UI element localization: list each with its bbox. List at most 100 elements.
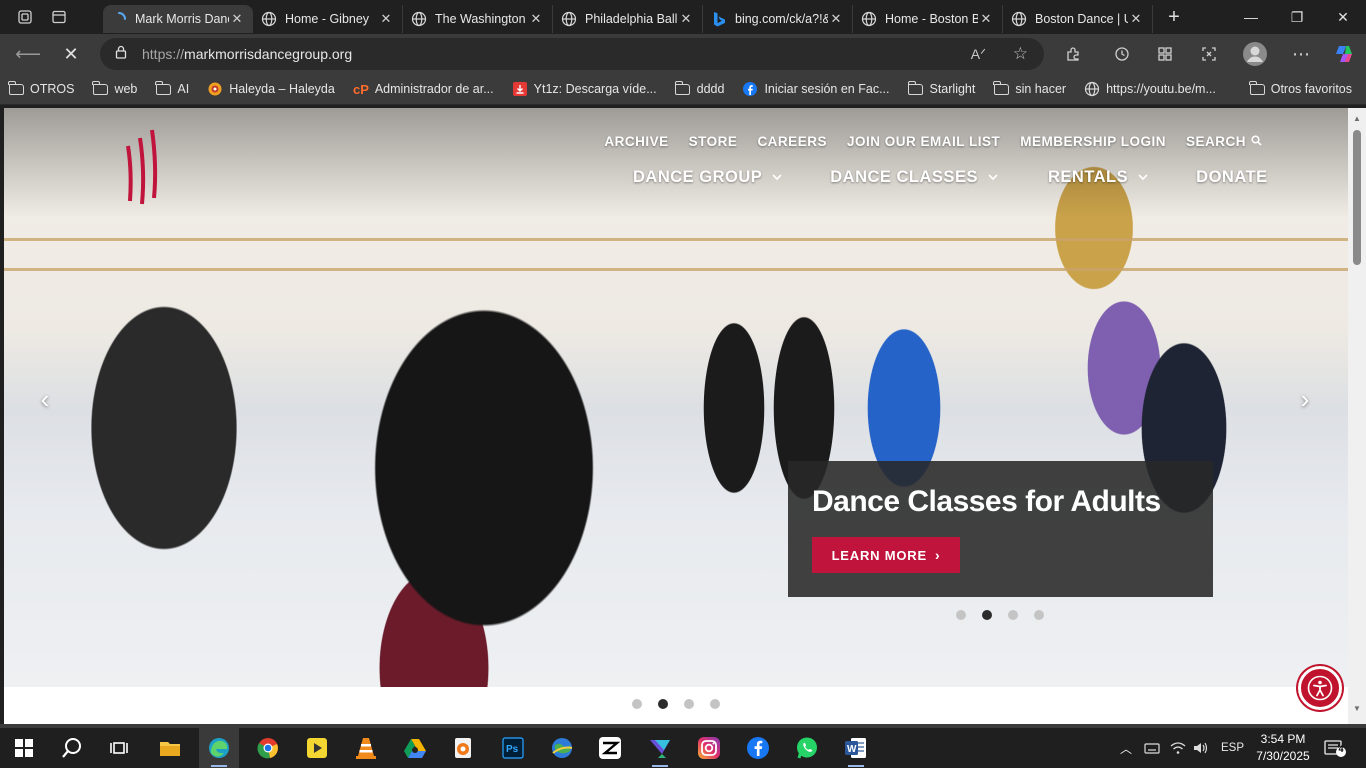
snipping-app-icon[interactable] (640, 728, 680, 768)
word-icon[interactable]: W (836, 728, 876, 768)
bookmark-item[interactable]: Yt1z: Descarga víde... (512, 82, 657, 96)
utility-nav: ARCHIVE STORE CAREERS JOIN OUR EMAIL LIST ME… (584, 134, 1262, 149)
map-globe-icon[interactable] (542, 728, 582, 768)
browser-tab[interactable]: Home - Gibney ✕ (253, 5, 403, 33)
learn-more-button[interactable]: LEARN MORE › (812, 537, 960, 573)
vlc-icon[interactable] (346, 728, 386, 768)
browser-tab[interactable]: Mark Morris Danc ✕ (103, 5, 253, 33)
lock-icon[interactable] (114, 45, 128, 64)
instagram-icon[interactable] (689, 728, 729, 768)
google-drive-icon[interactable] (395, 728, 435, 768)
task-view-icon[interactable] (99, 728, 139, 768)
slide-dot[interactable] (658, 699, 668, 709)
browser-tab[interactable]: Boston Dance | U ✕ (1003, 5, 1153, 33)
language-indicator[interactable]: ESP (1221, 728, 1244, 768)
back-button[interactable]: ⟵ (10, 38, 46, 70)
tab-close-icon[interactable]: ✕ (828, 11, 844, 27)
carousel-next-arrow-icon[interactable]: › (1290, 384, 1320, 415)
chrome-icon[interactable] (248, 728, 288, 768)
collections-icon[interactable] (1149, 38, 1181, 70)
edge-browser-icon[interactable] (199, 728, 239, 768)
slide-dot[interactable] (1008, 610, 1018, 620)
profile-avatar[interactable] (1239, 38, 1271, 70)
read-aloud-icon[interactable]: Aᐟ (971, 46, 986, 63)
bookmark-item[interactable]: OTROS (8, 80, 74, 96)
browser-tab[interactable]: bing.com/ck/a?!& ✕ (703, 5, 853, 33)
favorite-star-icon[interactable]: ☆ (1013, 44, 1028, 64)
address-bar[interactable]: https://markmorrisdancegroup.org Aᐟ ☆ (100, 38, 1044, 70)
bookmark-item[interactable]: AI (155, 80, 189, 96)
tab-close-icon[interactable]: ✕ (378, 11, 394, 27)
bookmarks-bar: OTROS web AI Haleyda – Haleyda cP Administrad… (0, 74, 1366, 105)
capcut-icon[interactable] (590, 728, 630, 768)
folder-icon (993, 80, 1009, 96)
bookmark-item[interactable]: Haleyda – Haleyda (207, 82, 335, 96)
carousel-prev-arrow-icon[interactable]: ‹ (30, 384, 60, 415)
notifications-icon[interactable]: 4 (1324, 728, 1346, 768)
bookmark-item[interactable]: https://youtu.be/m... (1084, 81, 1216, 97)
utility-nav-search[interactable]: SEARCH (1186, 134, 1262, 149)
main-nav-dance-classes[interactable]: DANCE CLASSES (830, 168, 998, 187)
bookmark-item[interactable]: Iniciar sesión en Fac... (742, 82, 890, 96)
close-window-button[interactable]: ✕ (1320, 0, 1366, 34)
settings-more-icon[interactable]: ⋯ (1285, 38, 1317, 70)
minimize-button[interactable]: — (1228, 0, 1274, 34)
bookmark-item[interactable]: cP Administrador de ar... (353, 82, 494, 96)
main-nav-donate[interactable]: DONATE (1196, 168, 1267, 187)
main-nav-rentals[interactable]: RENTALS (1048, 168, 1148, 187)
bookmark-item[interactable]: dddd (674, 80, 724, 96)
accessibility-button[interactable] (1298, 666, 1342, 710)
show-hidden-icons-icon[interactable]: ︿ (1120, 728, 1132, 768)
utility-nav-store[interactable]: STORE (689, 134, 738, 149)
whatsapp-icon[interactable] (787, 728, 827, 768)
wifi-icon[interactable] (1170, 728, 1186, 768)
slide-dot[interactable] (632, 699, 642, 709)
browser-tab[interactable]: Philadelphia Ball ✕ (553, 5, 703, 33)
tab-close-icon[interactable]: ✕ (978, 11, 994, 27)
start-windows-icon[interactable] (4, 728, 44, 768)
bookmark-item[interactable]: web (92, 80, 137, 96)
scrollbar-thumb[interactable] (1353, 130, 1361, 265)
slide-dot[interactable] (684, 699, 694, 709)
bookmark-item[interactable]: Starlight (907, 80, 975, 96)
photoshop-icon[interactable]: Ps (493, 728, 533, 768)
other-favorites-folder[interactable]: Otros favoritos (1249, 80, 1352, 96)
slide-dot[interactable] (956, 610, 966, 620)
slide-dot[interactable] (1034, 610, 1044, 620)
screenshot-icon[interactable] (1193, 38, 1225, 70)
app-orange-icon[interactable] (443, 728, 483, 768)
scroll-up-arrow-icon[interactable]: ▲ (1348, 114, 1366, 123)
stop-loading-button[interactable]: ✕ (53, 38, 89, 70)
workspaces-icon[interactable] (8, 0, 42, 34)
scroll-down-arrow-icon[interactable]: ▼ (1348, 704, 1366, 713)
browser-tab[interactable]: Home - Boston B ✕ (853, 5, 1003, 33)
media-player-icon[interactable] (297, 728, 337, 768)
extensions-icon[interactable] (1057, 38, 1089, 70)
system-clock[interactable]: 3:54 PM 7/30/2025 (1255, 731, 1311, 765)
tab-close-icon[interactable]: ✕ (1128, 11, 1144, 27)
page-scrollbar[interactable]: ▲ ▼ (1348, 108, 1366, 724)
slide-dot[interactable] (982, 610, 992, 620)
copilot-icon[interactable] (1328, 38, 1360, 70)
new-tab-button[interactable]: + (1157, 0, 1191, 34)
slide-dot[interactable] (710, 699, 720, 709)
keyboard-ime-icon[interactable] (1144, 728, 1160, 768)
utility-nav-archive[interactable]: ARCHIVE (604, 134, 668, 149)
mmdg-logo-icon[interactable] (122, 126, 162, 206)
tab-actions-icon[interactable] (42, 0, 76, 34)
history-icon[interactable] (1106, 38, 1138, 70)
utility-nav-membership-login[interactable]: MEMBERSHIP LOGIN (1020, 134, 1166, 149)
search-icon[interactable] (52, 728, 92, 768)
utility-nav-careers[interactable]: CAREERS (757, 134, 827, 149)
browser-tab[interactable]: The Washington ✕ (403, 5, 553, 33)
restore-button[interactable]: ❐ (1274, 0, 1320, 34)
tab-close-icon[interactable]: ✕ (229, 11, 245, 27)
facebook-icon[interactable] (738, 728, 778, 768)
tab-close-icon[interactable]: ✕ (528, 11, 544, 27)
tab-close-icon[interactable]: ✕ (678, 11, 694, 27)
main-nav-dance-group[interactable]: DANCE GROUP (633, 168, 782, 187)
utility-nav-join-our-email-list[interactable]: JOIN OUR EMAIL LIST (847, 134, 1000, 149)
bookmark-item[interactable]: sin hacer (993, 80, 1066, 96)
file-explorer-icon[interactable] (150, 728, 190, 768)
volume-icon[interactable] (1193, 728, 1209, 768)
